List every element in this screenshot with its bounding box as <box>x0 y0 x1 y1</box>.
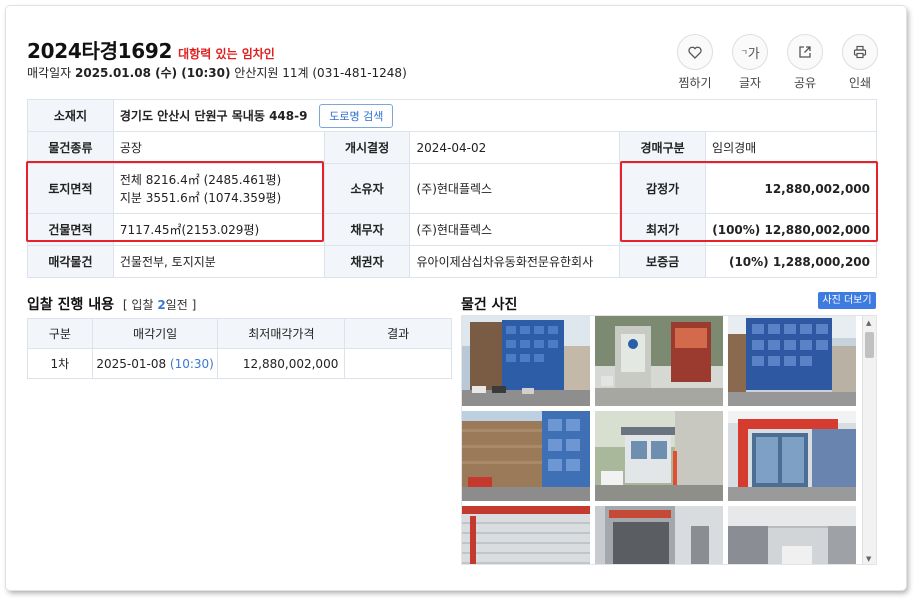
table-row: 매각물건 건물전부, 토지지분 채권자 유아이제삼십차유동화전문유한회사 보증금… <box>27 245 877 278</box>
type-label: 물건종류 <box>27 131 114 164</box>
deposit-value: (10%) 1,288,000,200 <box>705 245 877 278</box>
building-area-value: 7117.45㎡(2153.029평) <box>112 213 325 246</box>
print-button[interactable]: 인쇄 <box>841 34 879 91</box>
land-area-value: 전체 8216.4㎡ (2485.461평) 지분 3551.6㎡ (1074.… <box>112 163 325 214</box>
action-bar: 찜하기 ㄱ가 글자 공유 인쇄 <box>676 34 879 91</box>
bid-section-title: 입찰 진행 내용 [ 입찰 2일전 ] <box>27 294 196 314</box>
land-share: 지분 3551.6㎡ (1074.359평) <box>119 190 282 205</box>
sale-item-value: 건물전부, 토지지분 <box>112 245 325 278</box>
creditor-value: 유아이제삼십차유동화전문유한회사 <box>409 245 621 278</box>
font-size-button[interactable]: ㄱ가 글자 <box>731 34 769 91</box>
photo-section-title: 물건 사진 <box>461 297 518 313</box>
price-cell: 12,880,002,000 <box>217 348 346 379</box>
land-total: 전체 8216.4㎡ (2485.461평) <box>119 172 282 187</box>
building-blue-facade-photo[interactable] <box>462 316 590 406</box>
gallery-scrollbar[interactable]: ▲ ▼ <box>862 316 876 564</box>
scroll-up-icon[interactable]: ▲ <box>866 319 871 327</box>
favorite-button[interactable]: 찜하기 <box>676 34 714 91</box>
creditor-label: 채권자 <box>323 245 411 278</box>
scroll-down-icon[interactable]: ▼ <box>866 555 871 563</box>
days-left: 2 <box>157 298 166 312</box>
red-entrance-photo[interactable] <box>728 411 856 501</box>
start-label: 개시결정 <box>323 131 411 164</box>
location-cell: 경기도 안산시 단원구 목내동 448-9 도로명 검색 <box>112 99 878 132</box>
type-value: 공장 <box>112 131 325 164</box>
result-cell <box>344 348 452 379</box>
table-row: 건물면적 7117.45㎡(2153.029평) 채무자 (주)현대플렉스 최저… <box>27 213 877 246</box>
building-area-label: 건물면적 <box>27 213 114 246</box>
appraisal-label: 감정가 <box>619 163 707 214</box>
min-price-value: (100%) 12,880,002,000 <box>705 213 877 246</box>
round-cell: 1차 <box>27 348 93 379</box>
debtor-label: 채무자 <box>323 213 411 246</box>
owner-label: 소유자 <box>323 163 411 214</box>
sale-date: 2025.01.08 (수) (10:30) <box>75 66 231 80</box>
auction-kind-value: 임의경매 <box>705 131 877 164</box>
table-row: 1차 2025-01-08 (10:30) 12,880,002,000 <box>27 348 452 379</box>
col-result: 결과 <box>344 318 452 349</box>
col-round: 구분 <box>27 318 93 349</box>
print-icon <box>842 34 878 70</box>
sale-item-label: 매각물건 <box>27 245 114 278</box>
loading-bay-photo[interactable] <box>595 506 723 564</box>
table-row: 물건종류 공장 개시결정 2024-04-02 경매구분 임의경매 <box>27 131 877 164</box>
sale-info: 매각일자 2025.01.08 (수) (10:30) 안산지원 11계 (03… <box>27 64 407 81</box>
deposit-label: 보증금 <box>619 245 707 278</box>
location-label: 소재지 <box>27 99 114 132</box>
debtor-value: (주)현대플렉스 <box>409 213 621 246</box>
min-price-label: 최저가 <box>619 213 707 246</box>
case-number: 2024타경1692 <box>27 39 173 63</box>
col-date: 매각기일 <box>91 318 219 349</box>
property-info-table: 소재지 경기도 안산시 단원구 목내동 448-9 도로명 검색 물건종류 공장… <box>27 99 878 278</box>
case-title: 2024타경1692 대항력 있는 임차인 <box>27 35 275 64</box>
auction-kind-label: 경매구분 <box>619 131 707 164</box>
warehouse-interior-photo[interactable] <box>728 506 856 564</box>
col-min-price: 최저매각가격 <box>217 318 346 349</box>
road-address-search-button[interactable]: 도로명 검색 <box>319 103 394 128</box>
sale-date-label: 매각일자 <box>27 66 72 80</box>
appraisal-value: 12,880,002,000 <box>705 163 877 214</box>
table-row: 소재지 경기도 안산시 단원구 목내동 448-9 도로명 검색 <box>27 99 878 132</box>
start-value: 2024-04-02 <box>409 131 621 164</box>
court-info: 안산지원 11계 (031-481-1248) <box>234 66 407 80</box>
bid-header-row: 구분 매각기일 최저매각가격 결과 <box>27 318 452 349</box>
roller-door-photo[interactable] <box>462 506 590 564</box>
print-label: 인쇄 <box>848 76 872 90</box>
date-cell: 2025-01-08 (10:30) <box>91 348 219 379</box>
photo-gallery: ▲ ▼ <box>461 315 877 565</box>
tenant-warning-tag: 대항력 있는 임차인 <box>178 47 275 61</box>
more-photos-button[interactable]: 사진 더보기 <box>818 292 876 309</box>
scroll-thumb[interactable] <box>865 332 874 358</box>
gate-sign-photo[interactable] <box>595 316 723 406</box>
share-icon <box>787 34 823 70</box>
share-label: 공유 <box>793 76 817 90</box>
table-row: 토지면적 전체 8216.4㎡ (2485.461평) 지분 3551.6㎡ (… <box>27 163 877 214</box>
building-blue-glass-photo[interactable] <box>728 316 856 406</box>
bid-countdown: [ 입찰 2일전 ] <box>122 298 197 312</box>
favorite-label: 찜하기 <box>678 76 712 90</box>
guard-booth-photo[interactable] <box>595 411 723 501</box>
share-button[interactable]: 공유 <box>786 34 824 91</box>
bid-title-text: 입찰 진행 내용 <box>27 297 115 313</box>
bid-table: 구분 매각기일 최저매각가격 결과 1차 2025-01-08 (10:30) … <box>27 318 452 379</box>
land-area-label: 토지면적 <box>27 163 114 214</box>
building-side-wall-photo[interactable] <box>462 411 590 501</box>
heart-icon <box>677 34 713 70</box>
font-size-label: 글자 <box>738 76 762 90</box>
font-size-icon: ㄱ가 <box>732 34 768 70</box>
time-cell: (10:30) <box>169 356 214 371</box>
location-value: 경기도 안산시 단원구 목내동 448-9 <box>119 108 308 123</box>
owner-value: (주)현대플렉스 <box>409 163 621 214</box>
